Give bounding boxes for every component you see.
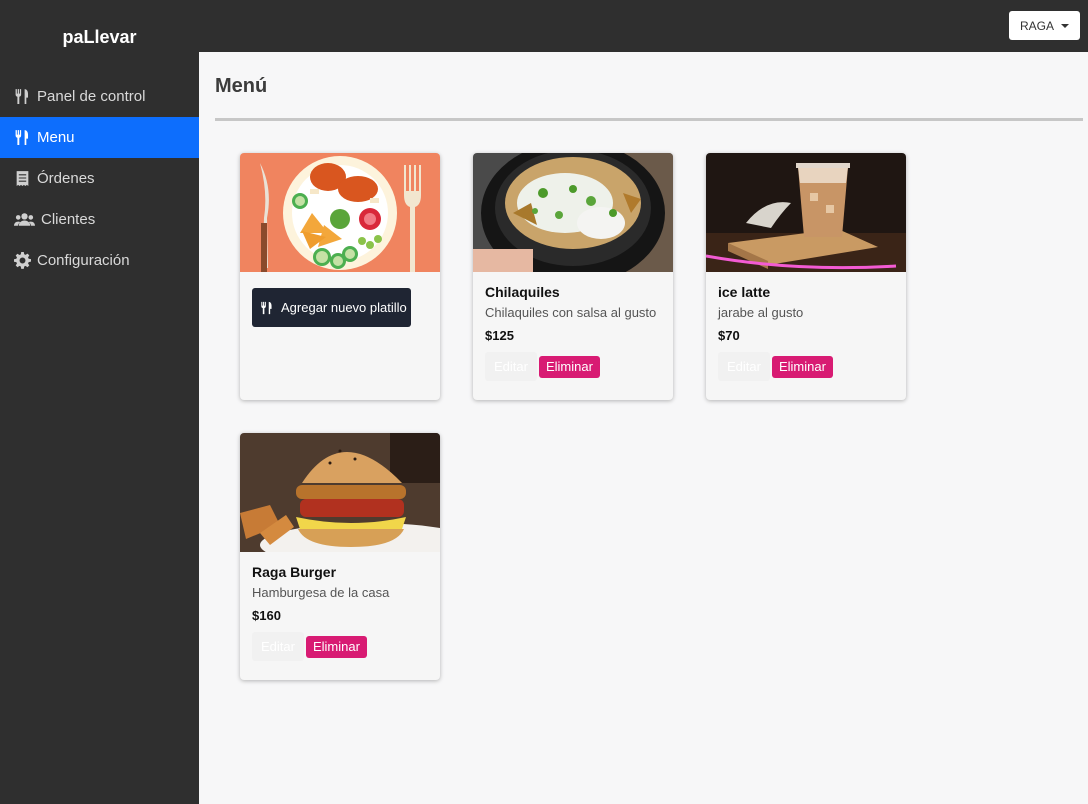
- delete-button[interactable]: Eliminar: [771, 355, 833, 378]
- delete-button[interactable]: Eliminar: [538, 355, 600, 378]
- utensils-icon: [15, 89, 29, 104]
- edit-button[interactable]: Editar: [252, 632, 304, 661]
- add-dish-card: Agregar nuevo platillo: [240, 153, 440, 400]
- plate-illustration: [240, 153, 440, 272]
- caret-down-icon: [1061, 23, 1069, 28]
- user-dropdown[interactable]: RAGA: [1008, 11, 1080, 40]
- sidebar-item-label: Órdenes: [37, 170, 95, 187]
- dish-description: Chilaquiles con salsa al gusto: [485, 305, 657, 320]
- sidebar-item-panel-de-control[interactable]: Panel de control: [0, 76, 199, 117]
- dish-price: $160: [252, 608, 281, 623]
- dish-name: Raga Burger: [252, 564, 337, 580]
- title-divider: [215, 118, 1083, 121]
- sidebar-item-menu[interactable]: Menu: [0, 117, 199, 158]
- add-dish-button[interactable]: Agregar nuevo platillo: [252, 288, 411, 327]
- user-label: RAGA: [1019, 18, 1054, 33]
- receipt-icon: [16, 171, 29, 186]
- dish-description: Hamburgesa de la casa: [252, 585, 390, 600]
- edit-button[interactable]: Editar: [718, 352, 770, 381]
- dish-image: [240, 433, 440, 552]
- edit-button[interactable]: Editar: [485, 352, 537, 381]
- users-icon: [14, 213, 35, 226]
- sidebar-item-label: Panel de control: [37, 88, 146, 105]
- delete-button[interactable]: Eliminar: [305, 635, 367, 658]
- dish-name: ice latte: [718, 284, 771, 300]
- add-dish-label: Agregar nuevo platillo: [281, 300, 407, 315]
- sidebar-item-clientes[interactable]: Clientes: [0, 199, 199, 240]
- dish-card: Raga Burger Hamburgesa de la casa $160 E…: [240, 433, 440, 680]
- dish-name: Chilaquiles: [485, 284, 560, 300]
- dish-price: $70: [718, 328, 740, 343]
- dish-card: Chilaquiles Chilaquiles con salsa al gus…: [473, 153, 673, 400]
- dish-price: $125: [485, 328, 514, 343]
- page-title: Menú: [215, 75, 268, 97]
- brand-logo: paLlevar: [62, 26, 137, 47]
- dish-image: [706, 153, 906, 272]
- main-content: Menú Agregar nuevo platillo Chilaquiles …: [199, 52, 1088, 804]
- sidebar-item-label: Configuración: [37, 252, 130, 269]
- dish-card: ice latte jarabe al gusto $70 Editar Eli…: [706, 153, 906, 400]
- sidebar-item-label: Clientes: [41, 211, 96, 228]
- gear-icon: [14, 252, 31, 269]
- dish-description: jarabe al gusto: [718, 305, 804, 320]
- sidebar-item-ordenes[interactable]: Órdenes: [0, 158, 199, 199]
- sidebar-item-configuracion[interactable]: Configuración: [0, 240, 199, 281]
- dish-image: [473, 153, 673, 272]
- sidebar-item-label: Menu: [37, 129, 75, 146]
- utensils-icon: [15, 130, 29, 145]
- sidebar: paLlevar Panel de control Menu Órdenes C…: [0, 0, 199, 804]
- utensils-icon: [261, 301, 272, 314]
